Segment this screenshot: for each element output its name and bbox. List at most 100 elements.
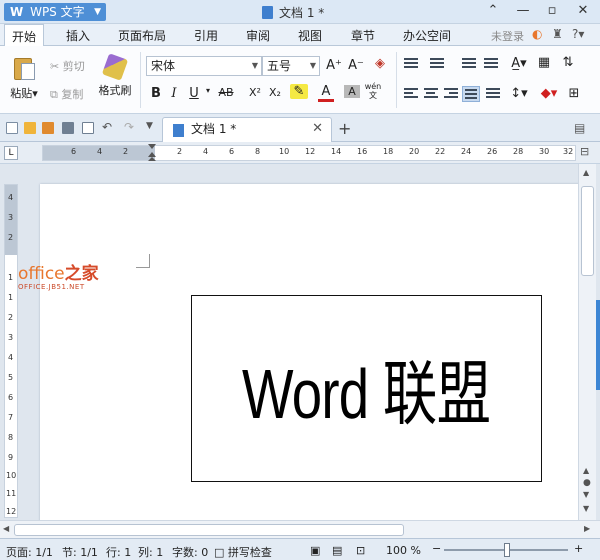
- format-painter-button[interactable]: 格式刷: [96, 48, 134, 98]
- side-panel-handle[interactable]: [596, 300, 600, 390]
- line-spacing-icon[interactable]: ↕▾: [508, 86, 530, 101]
- new-document-icon[interactable]: [6, 122, 18, 134]
- increase-indent-icon[interactable]: [484, 58, 498, 70]
- zoom-in-icon[interactable]: +: [574, 542, 583, 555]
- clear-format-icon[interactable]: ◈: [372, 56, 388, 71]
- tab-chapter[interactable]: 章节: [351, 27, 375, 44]
- tab-references[interactable]: 引用: [194, 27, 218, 44]
- tab-view[interactable]: 视图: [298, 27, 322, 44]
- minimize-icon[interactable]: —: [514, 3, 532, 18]
- tab-office-space[interactable]: 办公空间: [403, 27, 451, 44]
- justify-icon[interactable]: [462, 86, 480, 102]
- collapse-icon[interactable]: ⌃: [484, 3, 502, 18]
- open-folder-icon[interactable]: [24, 122, 36, 134]
- checkbox-icon: □: [214, 546, 225, 559]
- phonetic-guide-button[interactable]: wén 文: [362, 82, 384, 100]
- status-section[interactable]: 节: 1/1: [62, 544, 98, 560]
- scroll-right-icon[interactable]: ▶: [584, 524, 590, 533]
- decrease-indent-icon[interactable]: [462, 58, 476, 70]
- horizontal-ruler[interactable]: 6 4 2 2 4 6 8 10 12 14 16 18 20 22 24 26…: [42, 145, 576, 161]
- text-box-content[interactable]: Word 联盟: [242, 338, 491, 439]
- page-view-icon[interactable]: ▣: [310, 544, 320, 557]
- outline-view-icon[interactable]: ▤: [332, 544, 342, 557]
- login-link[interactable]: 未登录: [491, 28, 524, 44]
- tab-home[interactable]: 开始: [4, 24, 45, 47]
- tab-page-layout[interactable]: 页面布局: [118, 27, 166, 44]
- zoom-slider-handle[interactable]: [504, 543, 510, 557]
- grow-font-button[interactable]: A⁺: [326, 58, 342, 73]
- cut-button[interactable]: ✂ 剪切: [50, 58, 85, 74]
- scroll-left-icon[interactable]: ◀: [3, 524, 9, 533]
- font-family-select[interactable]: 宋体 ▼: [146, 56, 262, 76]
- status-line[interactable]: 行: 1: [106, 544, 131, 560]
- ruler-toggle-icon[interactable]: ⊟: [580, 145, 589, 158]
- char-shading-button[interactable]: A: [344, 85, 360, 98]
- shading-icon[interactable]: ◆▾: [538, 86, 560, 101]
- ribbon-tabs: 开始 插入 页面布局 引用 审阅 视图 章节 办公空间 未登录 ◐ ♜ ?▾: [0, 24, 600, 47]
- scroll-thumb[interactable]: [581, 186, 594, 276]
- table-icon[interactable]: ▦: [536, 55, 552, 70]
- subscript-button[interactable]: X₂: [266, 86, 284, 99]
- document-page[interactable]: Word 联盟: [40, 184, 578, 520]
- skin-icon[interactable]: ◐: [532, 27, 542, 41]
- scroll-down-icon[interactable]: ▼: [583, 504, 589, 513]
- print-icon[interactable]: [62, 122, 74, 134]
- zoom-level[interactable]: 100 %: [386, 544, 421, 557]
- horizontal-scrollbar[interactable]: ◀ ▶: [0, 520, 600, 538]
- tab-menu-icon[interactable]: ▤: [574, 121, 585, 135]
- crop-mark: [136, 254, 150, 268]
- redo-icon[interactable]: ↷: [124, 120, 134, 134]
- maximize-icon[interactable]: ▫: [543, 3, 561, 18]
- undo-icon[interactable]: ↶: [102, 120, 112, 134]
- italic-button[interactable]: I: [166, 86, 182, 101]
- bullet-list-icon[interactable]: [404, 58, 418, 70]
- indent-marker[interactable]: [148, 144, 156, 162]
- scroll-down-icon[interactable]: ▼: [583, 490, 589, 499]
- status-page[interactable]: 页面: 1/1: [6, 544, 53, 560]
- bold-button[interactable]: B: [148, 86, 164, 101]
- distributed-icon[interactable]: [486, 88, 500, 100]
- close-icon[interactable]: ✕: [312, 118, 323, 140]
- font-color-button[interactable]: A: [318, 84, 334, 102]
- font-size-select[interactable]: 五号 ▼: [262, 56, 320, 76]
- superscript-button[interactable]: X²: [246, 86, 264, 99]
- app-name: WPS 文字: [30, 5, 85, 19]
- status-column[interactable]: 列: 1: [138, 544, 163, 560]
- shrink-font-button[interactable]: A⁻: [348, 58, 364, 73]
- paste-button[interactable]: 粘贴▾: [6, 48, 42, 101]
- highlight-icon[interactable]: ✎: [290, 84, 308, 99]
- help-icon[interactable]: ?▾: [572, 27, 584, 41]
- text-box[interactable]: Word 联盟: [191, 295, 542, 482]
- align-right-icon[interactable]: [444, 88, 458, 100]
- zoom-out-icon[interactable]: −: [432, 542, 441, 555]
- web-view-icon[interactable]: ⊡: [356, 544, 365, 557]
- status-word-count[interactable]: 字数: 0: [172, 544, 208, 560]
- numbered-list-icon[interactable]: [430, 58, 444, 70]
- vertical-ruler[interactable]: 4 3 2 1 1 2 3 4 5 6 7 8 9 10 11 12: [4, 184, 18, 518]
- save-icon[interactable]: [42, 122, 54, 134]
- shirt-icon[interactable]: ♜: [552, 27, 563, 41]
- document-tab[interactable]: 文档 1 * ✕: [162, 117, 332, 142]
- new-tab-button[interactable]: +: [338, 119, 351, 138]
- vertical-scrollbar[interactable]: ▲ ▲ ● ▼ ▼: [578, 164, 596, 520]
- tab-stop-selector[interactable]: L: [4, 146, 18, 160]
- document-canvas[interactable]: Word 联盟: [22, 164, 578, 520]
- align-left-icon[interactable]: [404, 88, 418, 100]
- print-preview-icon[interactable]: [82, 122, 94, 134]
- chevron-down-icon[interactable]: ▼: [146, 121, 153, 131]
- text-effect-icon[interactable]: A̲▾: [508, 56, 530, 71]
- border-icon[interactable]: ⊞: [566, 86, 582, 101]
- strikethrough-button[interactable]: AB: [214, 86, 238, 99]
- app-menu-button[interactable]: W WPS 文字 ▼: [4, 3, 106, 21]
- close-icon[interactable]: ✕: [574, 3, 592, 18]
- spell-check-toggle[interactable]: □ 拼写检查: [214, 544, 272, 560]
- sort-icon[interactable]: ⇅: [560, 55, 576, 70]
- scroll-thumb[interactable]: [14, 524, 404, 536]
- select-browse-icon[interactable]: ●: [583, 478, 591, 488]
- scroll-up-icon[interactable]: ▲: [583, 168, 589, 177]
- align-center-icon[interactable]: [424, 88, 438, 100]
- scroll-up-icon[interactable]: ▲: [583, 466, 589, 475]
- tab-review[interactable]: 审阅: [246, 27, 270, 44]
- tab-insert[interactable]: 插入: [66, 27, 90, 44]
- copy-button[interactable]: ⧉ 复制: [50, 86, 83, 102]
